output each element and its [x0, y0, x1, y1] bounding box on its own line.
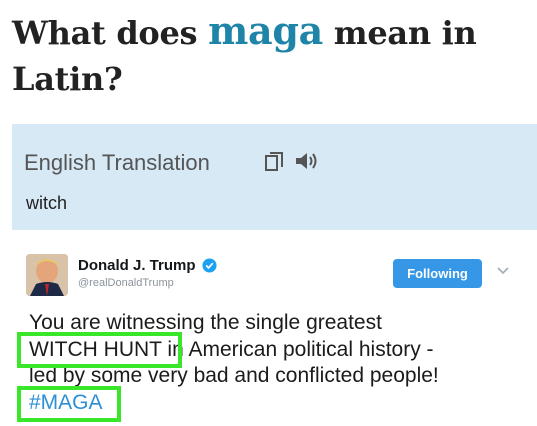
- translation-result: witch: [26, 193, 68, 213]
- tweet-author-name[interactable]: Donald J. Trump: [78, 257, 196, 274]
- title-prefix: What does: [12, 14, 209, 52]
- embedded-tweet: Donald J. Trump @realDonaldTrump Followi…: [12, 240, 537, 426]
- avatar[interactable]: [26, 254, 68, 296]
- tweet-line-2-rest: in American political history -: [161, 338, 434, 361]
- chevron-down-icon[interactable]: [496, 266, 510, 276]
- title-highlight-word[interactable]: maga: [208, 8, 323, 53]
- witch-hunt-highlight-box: [17, 332, 182, 368]
- tweet-author-handle[interactable]: @realDonaldTrump: [78, 277, 174, 289]
- speaker-icon[interactable]: [294, 150, 322, 172]
- following-button[interactable]: Following: [393, 259, 482, 288]
- avatar-image: [26, 254, 68, 296]
- translation-panel: English Translation witch: [12, 124, 537, 230]
- maga-highlight-box: [17, 386, 121, 422]
- translation-title: English Translation: [24, 150, 210, 175]
- page-title: What does maga mean in Latin?: [12, 8, 532, 102]
- verified-badge-icon: [202, 258, 217, 273]
- copy-icon[interactable]: [264, 151, 286, 173]
